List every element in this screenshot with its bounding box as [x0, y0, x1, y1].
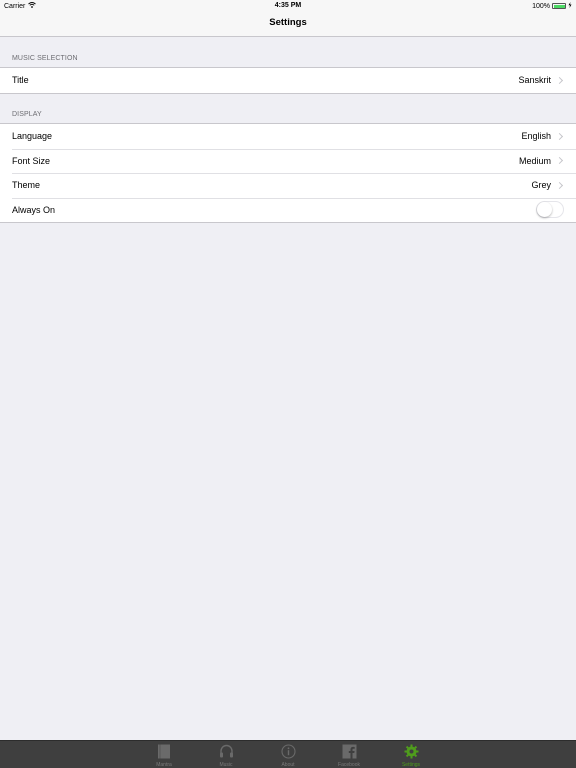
always-on-toggle[interactable] [536, 201, 564, 219]
charging-icon [568, 2, 572, 10]
row-language-value: English [521, 131, 551, 142]
tab-facebook[interactable]: Facebook [329, 743, 369, 768]
section-header-display: DISPLAY [12, 111, 42, 118]
tab-about-label: About [281, 762, 295, 768]
row-font-size-label: Font Size [12, 155, 51, 166]
row-theme[interactable]: Theme Grey [0, 173, 576, 198]
row-always-on-label: Always On [12, 204, 56, 215]
section-header-music: MUSIC SELECTION [12, 55, 78, 62]
row-font-size-value: Medium [518, 155, 551, 166]
battery-icon [552, 3, 566, 9]
tab-music[interactable]: Music [206, 743, 246, 768]
battery-fill [553, 4, 565, 8]
status-bar: Carrier 4:35 PM 100% [0, 0, 576, 12]
tab-mantra-label: Mantra [156, 762, 172, 768]
row-always-on: Always On [0, 197, 576, 223]
tab-settings-label: Settings [401, 762, 421, 768]
row-font-size[interactable]: Font Size Medium [0, 148, 576, 174]
row-title[interactable]: Title Sanskrit [0, 68, 576, 93]
status-time: 4:35 PM [274, 2, 302, 9]
tab-mantra[interactable]: Mantra [144, 743, 184, 768]
battery-percent: 100% [532, 2, 550, 10]
book-icon [157, 743, 171, 759]
row-title-value: Sanskrit [518, 75, 551, 86]
facebook-icon [342, 743, 357, 759]
row-language[interactable]: Language English [0, 124, 576, 149]
chevron-right-icon [555, 132, 564, 140]
headphones-icon [219, 743, 234, 759]
row-language-label: Language [12, 131, 53, 142]
page-title: Settings [269, 17, 307, 28]
tab-settings[interactable]: Settings [391, 743, 431, 768]
chevron-right-icon [555, 181, 564, 189]
tab-facebook-label: Facebook [338, 762, 360, 768]
display-group: Language English Font Size Medium Theme … [0, 123, 576, 223]
status-right: 100% [532, 2, 572, 10]
toggle-knob [537, 202, 552, 218]
chevron-right-icon [555, 76, 564, 84]
gear-icon [404, 743, 419, 759]
tab-about[interactable]: About [268, 743, 308, 768]
chevron-right-icon [555, 157, 564, 165]
row-theme-label: Theme [12, 180, 41, 191]
navigation-bar: Settings [0, 12, 576, 37]
tab-bar: Mantra Music About Facebook Settings [0, 740, 576, 768]
row-theme-value: Grey [531, 180, 551, 191]
tab-music-label: Music [219, 762, 233, 768]
music-selection-group: Title Sanskrit [0, 67, 576, 94]
row-title-label: Title [12, 75, 29, 86]
info-icon [280, 743, 296, 759]
